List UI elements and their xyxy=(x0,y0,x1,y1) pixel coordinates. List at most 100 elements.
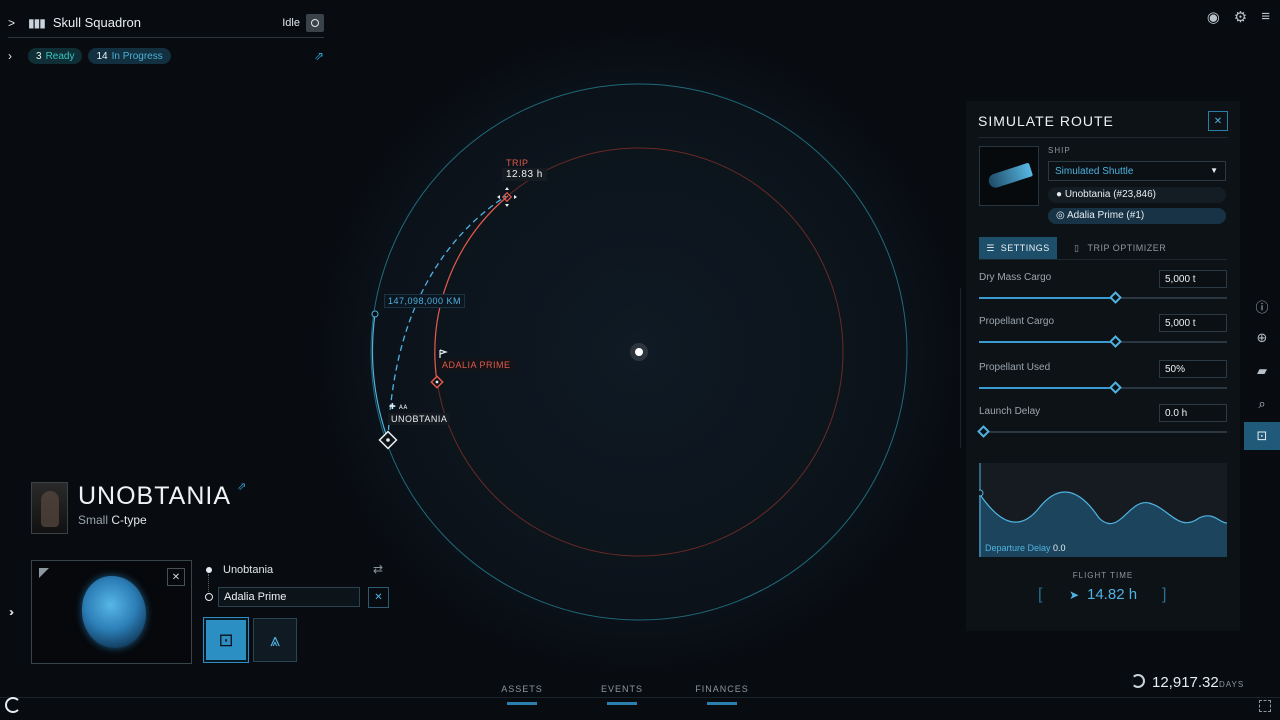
nav-finances[interactable]: FINANCES xyxy=(692,684,752,705)
slider-fill xyxy=(979,387,1116,389)
origin-name: Unobtania (#23,846) xyxy=(1064,189,1157,200)
slider-track[interactable] xyxy=(977,425,1227,438)
adalia-marker[interactable] xyxy=(430,375,444,389)
departure-delay-graph[interactable]: Departure Delay 0.0 xyxy=(976,463,1228,557)
slider-handle[interactable] xyxy=(1109,335,1123,348)
launch-ship-button[interactable]: ⩓ xyxy=(253,618,297,662)
route-origin[interactable]: Unobtania xyxy=(223,564,273,576)
tab-settings-label: SETTINGS xyxy=(1000,243,1050,253)
slider-value-input[interactable]: 50% xyxy=(1159,360,1227,378)
nav-assets[interactable]: ASSETS xyxy=(492,684,552,705)
bookmark-icon[interactable]: ▰ xyxy=(1244,359,1280,383)
status-circle-icon xyxy=(311,18,319,27)
sun xyxy=(630,343,648,361)
status-button[interactable] xyxy=(306,13,324,32)
fuel-icon: ▯ xyxy=(1074,242,1080,253)
graph-label: Departure Delay 0.0 xyxy=(985,543,1066,553)
destination-name: Adalia Prime (#1) xyxy=(1066,210,1145,221)
time-unit: DAYS xyxy=(1219,680,1245,689)
swap-icon[interactable]: ⇄ xyxy=(373,562,383,576)
panel-title: SIMULATE ROUTE xyxy=(978,113,1114,129)
crosshair-icon[interactable]: ⊕ xyxy=(1244,326,1280,350)
asteroid-image xyxy=(82,576,146,648)
graph-label-text: Departure Delay xyxy=(985,543,1051,553)
tab-underline xyxy=(979,259,1227,260)
logo-icon[interactable] xyxy=(5,697,21,713)
tab-settings[interactable]: ☰ SETTINGS xyxy=(979,237,1057,259)
route-icon: ⊡ xyxy=(218,629,234,650)
slider-value-input[interactable]: 5,000 t xyxy=(1159,314,1227,332)
slider-label: Dry Mass Cargo xyxy=(979,272,1052,283)
trip-label: TRIP xyxy=(506,158,529,168)
adalia-label[interactable]: ADALIA PRIME xyxy=(439,359,514,371)
origin-chip[interactable]: ● Unobtania (#23,846) xyxy=(1048,187,1226,203)
slider-label: Propellant Cargo xyxy=(979,316,1055,327)
expand-chevron-icon[interactable]: > xyxy=(8,16,22,30)
slider-handle[interactable] xyxy=(1109,291,1123,304)
panel-divider xyxy=(960,288,961,448)
bottom-bar xyxy=(0,697,1280,698)
asteroid-preview[interactable]: ✕ xyxy=(31,560,192,664)
slider-value-input[interactable]: 5,000 t xyxy=(1159,270,1227,288)
fullscreen-icon[interactable] xyxy=(1259,700,1271,712)
slider-track[interactable] xyxy=(979,381,1227,394)
slider-fill xyxy=(979,297,1116,299)
crew-portrait[interactable] xyxy=(31,482,68,534)
progress-count: 14 xyxy=(96,50,108,62)
ship-arrow-icon: ➤ xyxy=(1068,588,1079,602)
squadron-header[interactable]: > ▮▮▮ Skull Squadron Idle xyxy=(8,8,324,38)
menu-icon[interactable]: ≡ xyxy=(1261,8,1270,26)
route-icon[interactable]: ⊡ xyxy=(1244,422,1280,450)
simulate-route-panel: SIMULATE ROUTE ✕ SHIP Simulated Shuttle ▼… xyxy=(966,101,1240,631)
tab-trip-optimizer[interactable]: ▯ TRIP OPTIMIZER xyxy=(1074,237,1166,259)
external-link-icon[interactable]: ⇗ xyxy=(314,49,324,63)
search-icon[interactable]: ⌕ xyxy=(1244,392,1280,416)
bracket-right: ] xyxy=(1162,586,1167,603)
asteroid-class: Small C-type xyxy=(78,513,147,527)
slider-value-input[interactable]: 0.0 h xyxy=(1159,404,1227,422)
crew-icon: ▮▮▮ xyxy=(28,15,46,30)
flight-time-value: ➤ 14.82 h xyxy=(966,586,1240,603)
slider-handle[interactable] xyxy=(977,425,990,438)
ship-icon: ⩓ xyxy=(269,629,281,650)
squadron-status: Idle xyxy=(282,16,300,29)
trip-time: 12.83 h xyxy=(502,168,547,181)
unobtania-label[interactable]: UNOBTANIA xyxy=(388,413,451,425)
double-chevron-icon[interactable]: ›› xyxy=(9,605,14,619)
close-panel-button[interactable]: ✕ xyxy=(1208,111,1228,131)
slider-handle[interactable] xyxy=(1109,381,1123,394)
ship-select[interactable]: Simulated Shuttle ▼ xyxy=(1048,161,1226,181)
graph-label-value: 0.0 xyxy=(1053,543,1066,553)
gear-icon[interactable]: ⚙ xyxy=(1234,8,1247,26)
flight-time-number: 14.82 h xyxy=(1087,586,1138,603)
external-link-icon[interactable]: ⇗ xyxy=(237,480,246,493)
eye-icon[interactable]: ◉ xyxy=(1207,8,1220,26)
info-icon[interactable]: ⓘ xyxy=(1244,294,1280,318)
expand-chevron-icon[interactable]: › xyxy=(8,49,22,63)
route-destination-input[interactable]: Adalia Prime xyxy=(218,587,360,607)
slider-track[interactable] xyxy=(979,335,1227,348)
ship-image xyxy=(979,146,1039,206)
task-summary: › 3 Ready 14 In Progress ⇗ xyxy=(8,46,324,66)
clear-destination-button[interactable]: ✕ xyxy=(368,587,389,608)
route-planner-button[interactable]: ⊡ xyxy=(203,617,249,663)
time-value: 12,917.32 xyxy=(1152,674,1219,691)
slider-track[interactable] xyxy=(979,291,1227,304)
clock-icon xyxy=(1131,674,1145,688)
destination-orbit-arc xyxy=(434,195,509,383)
ready-badge[interactable]: 3 Ready xyxy=(28,48,83,64)
origin-dot-icon xyxy=(206,567,212,573)
destination-chip[interactable]: ◎ Adalia Prime (#1) xyxy=(1048,208,1226,224)
route-connector xyxy=(208,574,209,592)
nav-events[interactable]: EVENTS xyxy=(592,684,652,705)
caret-down-icon: ▼ xyxy=(1210,166,1218,175)
corner-icon xyxy=(39,568,49,578)
close-icon[interactable]: ✕ xyxy=(167,568,185,586)
distance-label: 147,098,000 KM xyxy=(384,294,466,308)
tab-optimizer-label: TRIP OPTIMIZER xyxy=(1087,243,1167,253)
unobtania-marker[interactable] xyxy=(378,430,398,450)
in-progress-badge[interactable]: 14 In Progress xyxy=(88,48,171,64)
progress-label: In Progress xyxy=(111,50,163,62)
slider-label: Launch Delay xyxy=(979,406,1041,417)
sliders-icon: ☰ xyxy=(986,242,995,253)
